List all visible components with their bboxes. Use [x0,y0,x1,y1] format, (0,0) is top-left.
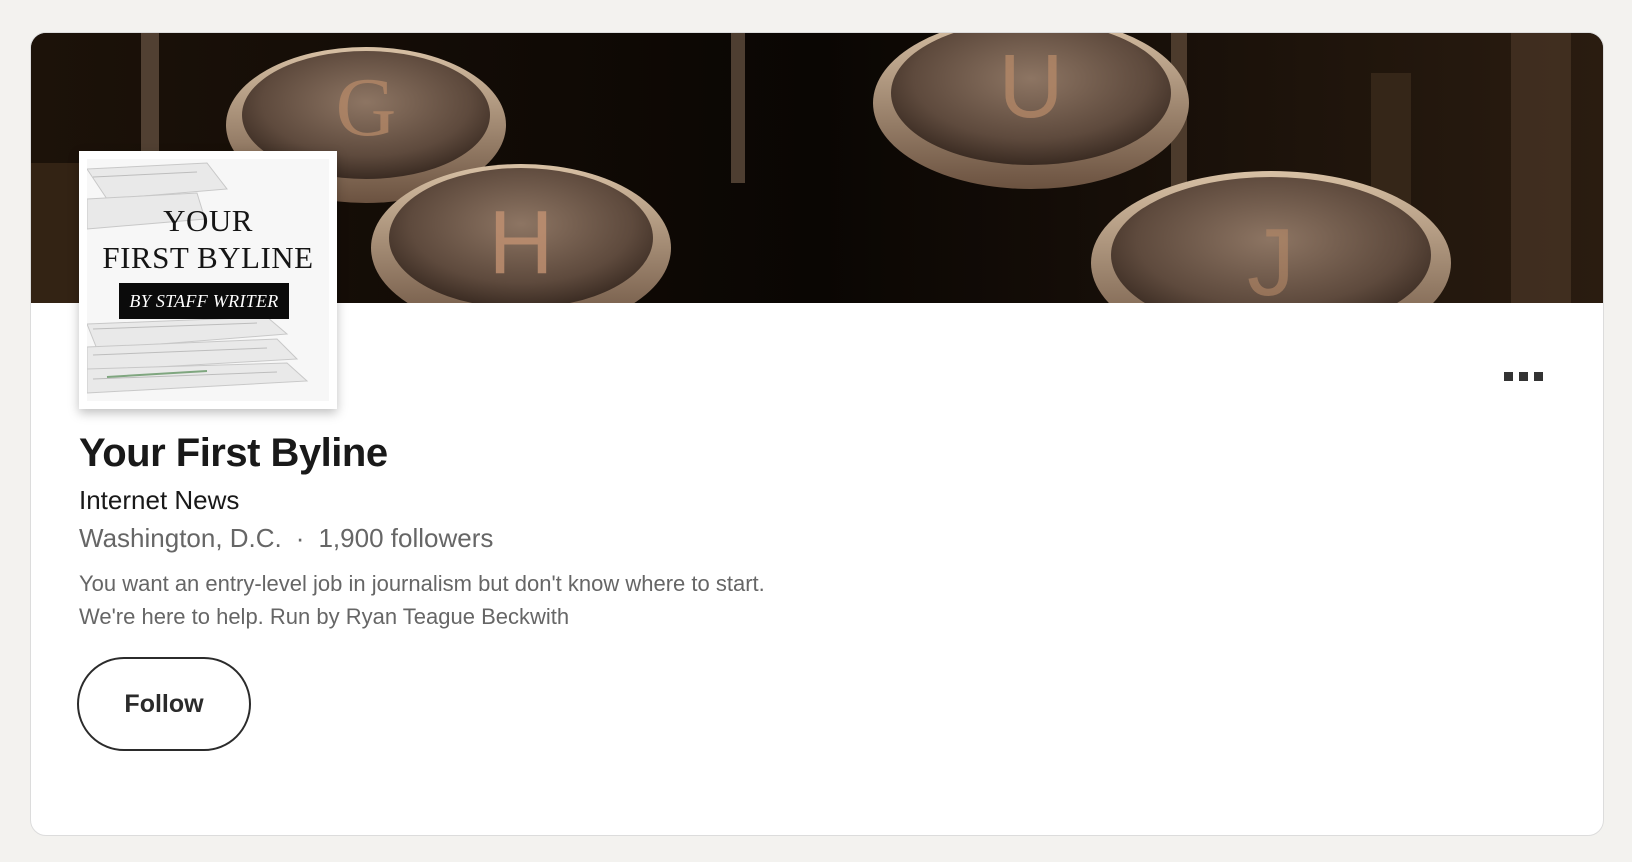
svg-text:G: G [336,61,397,154]
description-line: We're here to help. Run by Ryan Teague B… [79,604,570,629]
svg-text:J: J [1247,209,1295,303]
more-options-button[interactable] [1493,361,1553,391]
ellipsis-icon [1533,371,1543,381]
company-card: G U H J YOUR FIRST BYLINE BY STAFF WRITE… [30,32,1604,836]
follow-button[interactable]: Follow [77,657,251,751]
svg-text:U: U [999,37,1064,137]
logo-banner: BY STAFF WRITER [119,283,289,319]
logo-text-line1: YOUR [163,203,253,238]
follower-count[interactable]: 1,900 followers [318,523,493,553]
company-location: Washington, D.C. [79,523,282,553]
meta-separator: · [295,523,305,553]
ellipsis-icon [1503,371,1513,381]
newspaper-stack-illustration [87,159,329,401]
company-meta: Washington, D.C. · 1,900 followers [79,523,493,554]
description-line: You want an entry-level job in journalis… [79,571,765,596]
company-industry: Internet News [79,485,240,515]
company-logo[interactable]: YOUR FIRST BYLINE BY STAFF WRITER [79,151,337,409]
company-description: You want an entry-level job in journalis… [79,567,939,633]
logo-artwork: YOUR FIRST BYLINE BY STAFF WRITER [87,159,329,401]
svg-text:H: H [489,193,554,293]
company-name[interactable]: Your First Byline [79,431,388,476]
ellipsis-icon [1518,371,1528,381]
logo-text-line2: FIRST BYLINE [102,240,314,275]
